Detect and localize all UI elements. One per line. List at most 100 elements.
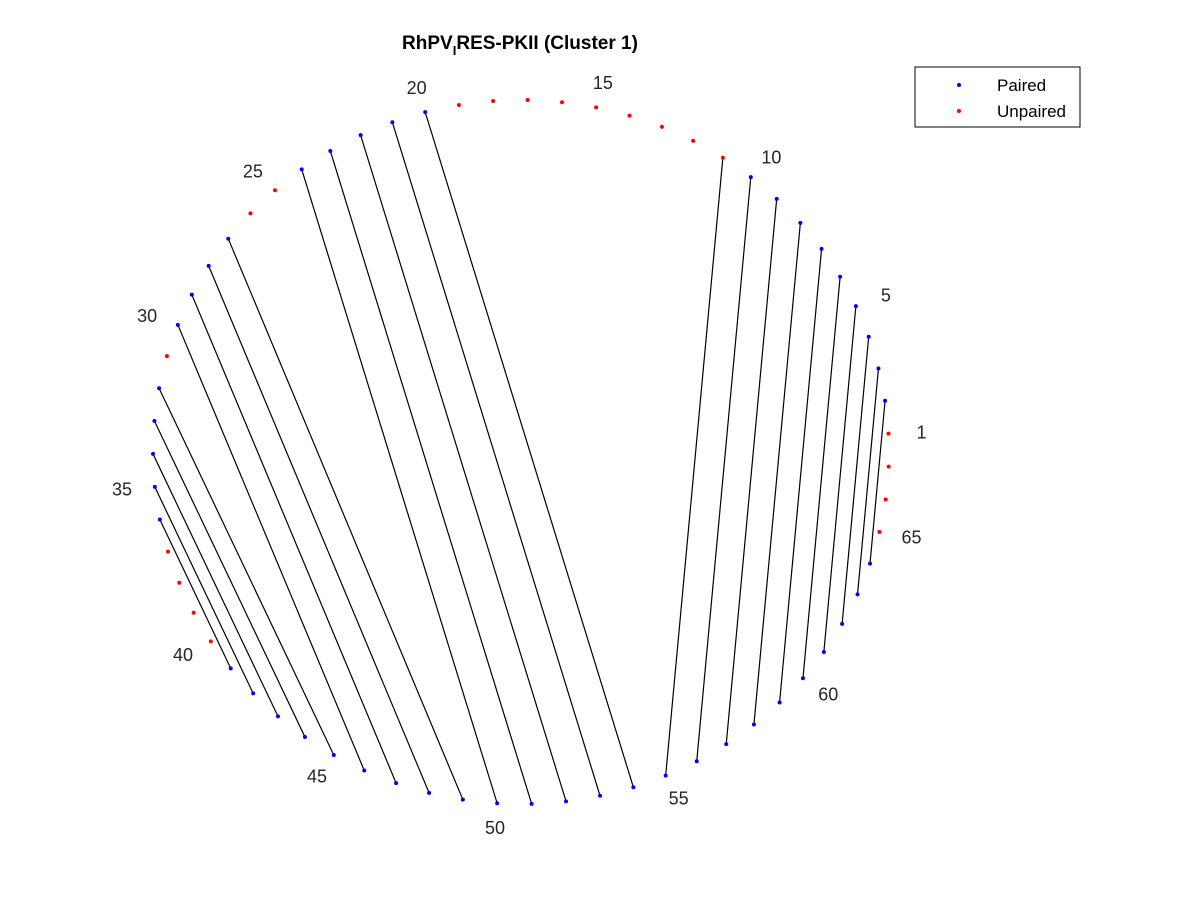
- pair-line-33-44: [153, 420, 306, 738]
- position-label-55: 55: [669, 789, 689, 809]
- unpaired-point-14: [627, 113, 632, 118]
- unpaired-point-26: [248, 211, 253, 216]
- chart-title-rest: RES-PKII (Cluster 1): [456, 33, 638, 54]
- paired-point-4: [866, 334, 871, 339]
- pair-line-2-64: [869, 400, 886, 564]
- pair-line-34-43: [152, 453, 279, 717]
- position-label-25: 25: [243, 162, 263, 182]
- paired-point-47: [394, 781, 399, 786]
- paired-point-22: [358, 133, 363, 138]
- unpaired-point-25: [272, 188, 277, 193]
- unpaired-point-16: [560, 100, 565, 105]
- pair-line-5-61: [823, 306, 857, 652]
- arc-diagram-figure: RhPVIRES-PKII (Cluster 1) 15101520253035…: [112, 33, 1081, 838]
- paired-point-3: [876, 366, 881, 371]
- pair-line-9-57: [725, 198, 778, 745]
- paired-point-58: [751, 722, 756, 727]
- paired-point-2: [883, 398, 888, 403]
- pair-line-35-42: [154, 486, 254, 694]
- unpaired-point-37: [166, 549, 171, 554]
- position-label-15: 15: [593, 73, 613, 93]
- unpaired-point-15: [594, 105, 599, 110]
- pair-line-4-62: [841, 336, 870, 624]
- paired-point-48: [427, 790, 432, 795]
- legend: Paired Unpaired: [914, 66, 1081, 128]
- paired-point-32: [157, 386, 162, 391]
- pair-line-8-58: [753, 222, 801, 725]
- paired-point-5: [853, 304, 858, 309]
- pair-line-28-48: [208, 265, 430, 794]
- position-label-45: 45: [307, 767, 327, 787]
- pair-line-27-49: [227, 238, 464, 800]
- paired-point-29: [189, 292, 194, 297]
- paired-point-20: [423, 110, 428, 115]
- pair-line-3-63: [856, 368, 880, 595]
- position-label-10: 10: [761, 148, 781, 168]
- paired-point-41: [228, 666, 233, 671]
- unpaired-point-12: [691, 138, 696, 143]
- paired-point-43: [275, 714, 280, 719]
- paired-point-6: [838, 274, 843, 279]
- paired-point-45: [331, 753, 336, 758]
- pair-line-7-59: [778, 248, 823, 703]
- pair-line-21-53: [391, 122, 601, 796]
- position-label-5: 5: [881, 286, 891, 306]
- paired-point-35: [152, 484, 157, 489]
- chart-title-main: RhPV: [402, 33, 453, 54]
- position-label-40: 40: [173, 645, 193, 665]
- paired-point-7: [819, 246, 824, 251]
- legend-label-unpaired: Unpaired: [997, 102, 1066, 121]
- position-label-60: 60: [818, 684, 838, 704]
- paired-point-33: [152, 418, 157, 423]
- chart-title: RhPVIRES-PKII (Cluster 1): [402, 33, 638, 58]
- pair-line-30-46: [177, 324, 365, 771]
- unpaired-point-66: [883, 497, 888, 502]
- paired-point-57: [724, 742, 729, 747]
- pair-line-10-56: [696, 177, 752, 762]
- paired-point-30: [175, 322, 180, 327]
- paired-point-56: [694, 759, 699, 764]
- legend-label-paired: Paired: [997, 76, 1046, 95]
- legend-marker-paired: [957, 83, 961, 87]
- paired-point-63: [855, 592, 860, 597]
- unpaired-point-67: [886, 464, 891, 469]
- pair-lines: [152, 111, 886, 805]
- paired-point-55: [663, 773, 668, 778]
- paired-point-8: [798, 220, 803, 225]
- unpaired-point-31: [164, 354, 169, 359]
- unpaired-point-38: [177, 580, 182, 585]
- paired-point-50: [495, 801, 500, 806]
- unpaired-point-39: [191, 610, 196, 615]
- paired-point-52: [564, 799, 569, 804]
- unpaired-point-13: [659, 124, 664, 129]
- unpaired-point-65: [877, 529, 882, 534]
- paired-point-59: [777, 700, 782, 705]
- paired-point-34: [151, 451, 156, 456]
- paired-point-61: [821, 649, 826, 654]
- position-label-65: 65: [902, 528, 922, 548]
- paired-point-23: [328, 148, 333, 153]
- paired-point-24: [299, 167, 304, 172]
- paired-point-9: [774, 196, 779, 201]
- position-labels: 15101520253035404550556065: [112, 73, 927, 838]
- paired-point-21: [390, 120, 395, 125]
- unpaired-point-18: [491, 99, 496, 104]
- pair-line-29-47: [191, 294, 397, 784]
- paired-point-27: [226, 236, 231, 241]
- paired-point-51: [529, 801, 534, 806]
- position-label-35: 35: [112, 479, 132, 499]
- unpaired-point-11: [720, 155, 725, 160]
- paired-point-42: [251, 691, 256, 696]
- paired-point-62: [840, 621, 845, 626]
- unpaired-point-17: [525, 98, 530, 103]
- paired-point-64: [868, 561, 872, 566]
- paired-point-53: [598, 793, 603, 798]
- position-label-50: 50: [485, 818, 505, 838]
- legend-marker-unpaired: [957, 109, 961, 113]
- unpaired-point-1: [886, 431, 891, 436]
- paired-point-46: [362, 768, 367, 773]
- pair-line-20-54: [424, 111, 634, 788]
- position-label-30: 30: [137, 306, 157, 326]
- pair-line-24-50: [301, 169, 498, 804]
- paired-point-54: [631, 785, 636, 790]
